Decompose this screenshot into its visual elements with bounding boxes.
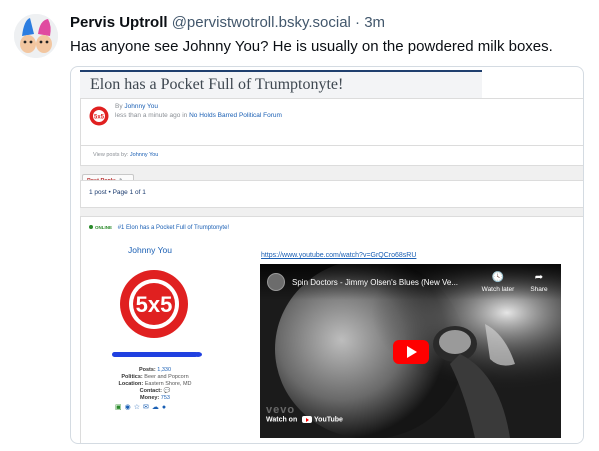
watch-later-label: Watch later <box>481 286 515 293</box>
stat-contact: Contact: 💬 <box>139 388 171 394</box>
by-line: By Johnny You <box>115 103 158 110</box>
post-text: Has anyone see Johnny You? He is usually… <box>70 38 553 55</box>
topic-title: Elon has a Pocket Full of Trumptonyte! <box>90 76 344 93</box>
forum-title-bar: Elon has a Pocket Full of Trumptonyte! <box>80 70 482 98</box>
clock-icon: 🕓 <box>491 272 505 283</box>
author-stats: Posts: 1,330 Politics: Beer and Popcorn … <box>95 367 215 402</box>
watch-on-youtube-button[interactable]: Watch on YouTube <box>266 416 343 424</box>
view-posts-row: View posts by: Johnny You <box>80 146 583 166</box>
site-logo-icon: 5x5 <box>89 106 109 126</box>
post-author-name[interactable]: Johnny You <box>128 245 172 255</box>
view-icon[interactable]: ◉ <box>125 404 134 411</box>
video-title[interactable]: Spin Doctors - Jimmy Olsen's Blues (New … <box>292 278 458 287</box>
post-timestamp[interactable]: 3m <box>364 14 385 31</box>
star-icon[interactable]: ☆ <box>134 404 143 411</box>
separator-dot: · <box>355 14 361 31</box>
pagination[interactable]: 1 post • Page 1 of 1 <box>89 189 146 196</box>
view-posts-prefix: View posts by: <box>93 152 129 158</box>
author-display-name[interactable]: Pervis Uptroll <box>70 14 168 31</box>
youtube-logo-icon: YouTube <box>302 416 343 423</box>
forum-screenshot: Elon has a Pocket Full of Trumptonyte! 5… <box>76 67 583 443</box>
by-author-link[interactable]: Johnny You <box>124 103 158 110</box>
embedded-image[interactable]: Elon has a Pocket Full of Trumptonyte! 5… <box>70 66 584 444</box>
forum-post: ONLINE #1 Elon has a Pocket Full of Trum… <box>80 216 583 443</box>
post-header: Pervis Uptroll @pervistwotroll.bsky.soci… <box>70 14 385 31</box>
avatar[interactable] <box>14 14 58 58</box>
share-button[interactable]: ➦ Share <box>524 272 554 293</box>
vevo-watermark: vevo <box>266 404 296 416</box>
message-icon[interactable]: ✉ <box>143 404 152 411</box>
svg-text:5x5: 5x5 <box>94 115 105 121</box>
forum-name-link[interactable]: No Holds Barred Political Forum <box>189 112 282 119</box>
share-label: Share <box>530 286 548 293</box>
online-status: ONLINE <box>95 225 113 230</box>
time-text: less than a minute ago in <box>115 112 188 119</box>
svg-text:5x5: 5x5 <box>136 292 173 317</box>
stat-politics: Politics: Beer and Popcorn <box>121 374 189 380</box>
pager-box: 1 post • Page 1 of 1 <box>80 180 583 208</box>
stat-money: Money: 753 <box>140 395 170 401</box>
online-dot-icon <box>89 225 93 230</box>
channel-avatar[interactable] <box>267 273 285 291</box>
topic-meta: 5x5 By Johnny You less than a minute ago… <box>80 98 583 146</box>
author-avatar-logo: 5x5 <box>119 269 189 339</box>
author-handle[interactable]: @pervistwotroll.bsky.social <box>172 14 351 31</box>
stat-posts: Posts: 1,330 <box>138 367 172 373</box>
view-posts-author-link[interactable]: Johnny You <box>130 152 158 158</box>
youtube-video-embed[interactable]: Spin Doctors - Jimmy Olsen's Blues (New … <box>260 264 561 438</box>
post-title-row: ONLINE #1 Elon has a Pocket Full of Trum… <box>89 225 229 231</box>
post-title-link[interactable]: #1 Elon has a Pocket Full of Trumptonyte… <box>118 225 229 231</box>
rank-bar <box>112 352 202 357</box>
chat-icon[interactable]: ☁ <box>152 404 162 411</box>
watch-later-button[interactable]: 🕓 Watch later <box>480 272 516 293</box>
profile-icon[interactable]: ● <box>162 404 169 411</box>
share-arrow-icon: ➦ <box>534 272 544 283</box>
speech-bubble-icon[interactable]: 💬 <box>163 388 170 394</box>
youtube-url-link[interactable]: https://www.youtube.com/watch?v=GrQCro68… <box>261 252 416 259</box>
time-line: less than a minute ago in No Holds Barre… <box>115 112 282 119</box>
by-prefix: By <box>115 103 123 110</box>
money-icon[interactable]: ▣ <box>115 404 125 411</box>
separator-band <box>80 208 583 216</box>
stat-location: Location: Eastern Shore, MD <box>118 381 192 387</box>
play-button[interactable] <box>393 340 429 364</box>
profile-icons-row: ▣◉☆✉☁● <box>115 403 169 411</box>
watch-on-label: Watch on <box>266 416 298 424</box>
